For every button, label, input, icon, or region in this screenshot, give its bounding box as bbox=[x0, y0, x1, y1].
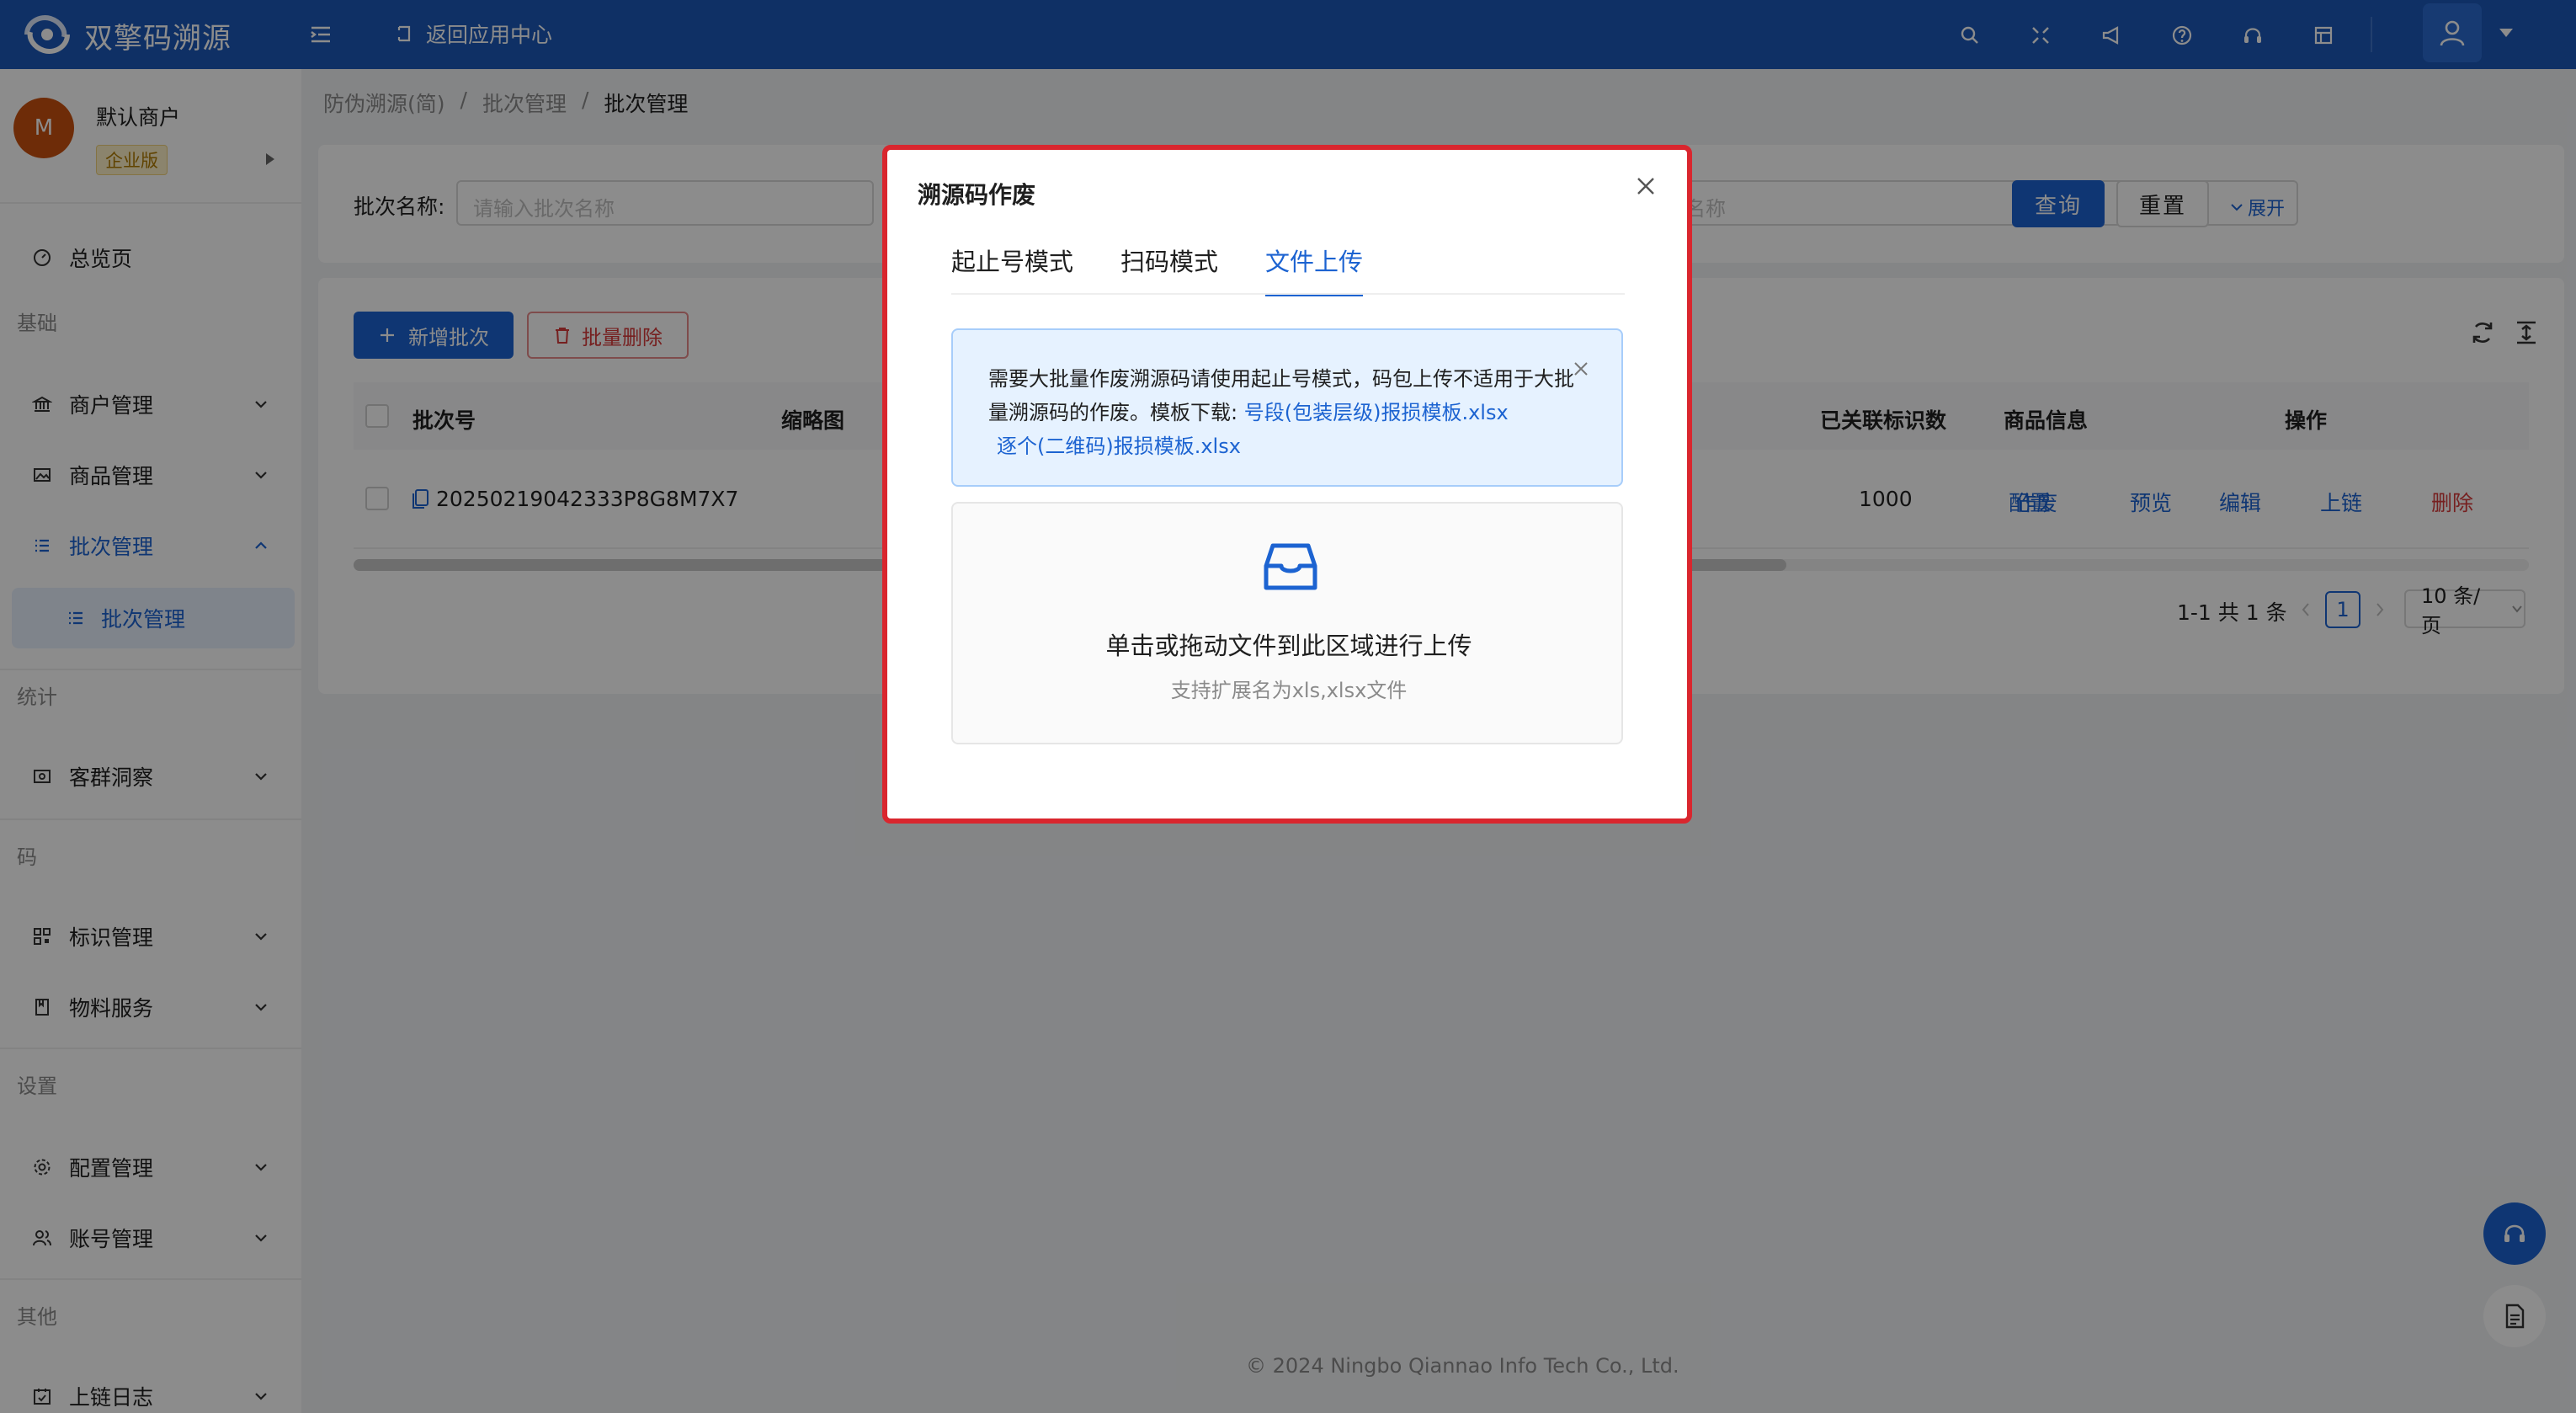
tab-scan-mode[interactable]: 扫码模式 bbox=[1120, 243, 1218, 293]
inbox-icon bbox=[1264, 543, 1317, 590]
file-upload-dropzone[interactable]: 单击或拖动文件到此区域进行上传 支持扩展名为xls,xlsx文件 bbox=[951, 502, 1623, 744]
void-code-modal: 溯源码作废 起止号模式 扫码模式 文件上传 需要大批量作废溯源码请使用起止号模式… bbox=[892, 155, 1682, 813]
alert-text-block: 需要大批量作废溯源码请使用起止号模式，码包上传不适用于大批量溯源码的作废。模板下… bbox=[988, 362, 1578, 463]
tab-file-upload[interactable]: 文件上传 bbox=[1265, 243, 1364, 296]
close-icon[interactable] bbox=[1631, 172, 1660, 200]
close-icon[interactable] bbox=[1571, 359, 1591, 379]
tabs-underline bbox=[951, 293, 1625, 295]
info-alert: 需要大批量作废溯源码请使用起止号模式，码包上传不适用于大批量溯源码的作废。模板下… bbox=[951, 328, 1623, 487]
tab-range-mode[interactable]: 起止号模式 bbox=[951, 243, 1073, 293]
modal-title: 溯源码作废 bbox=[918, 181, 1036, 209]
upload-hint: 支持扩展名为xls,xlsx文件 bbox=[1170, 679, 1408, 702]
template-link-segment[interactable]: 号段(包装层级)报损模板.xlsx bbox=[1244, 401, 1509, 424]
modal-tabs: 起止号模式 扫码模式 文件上传 bbox=[951, 243, 1410, 296]
template-link-single[interactable]: 逐个(二维码)报损模板.xlsx bbox=[997, 435, 1241, 458]
upload-title: 单击或拖动文件到此区域进行上传 bbox=[1105, 632, 1472, 660]
